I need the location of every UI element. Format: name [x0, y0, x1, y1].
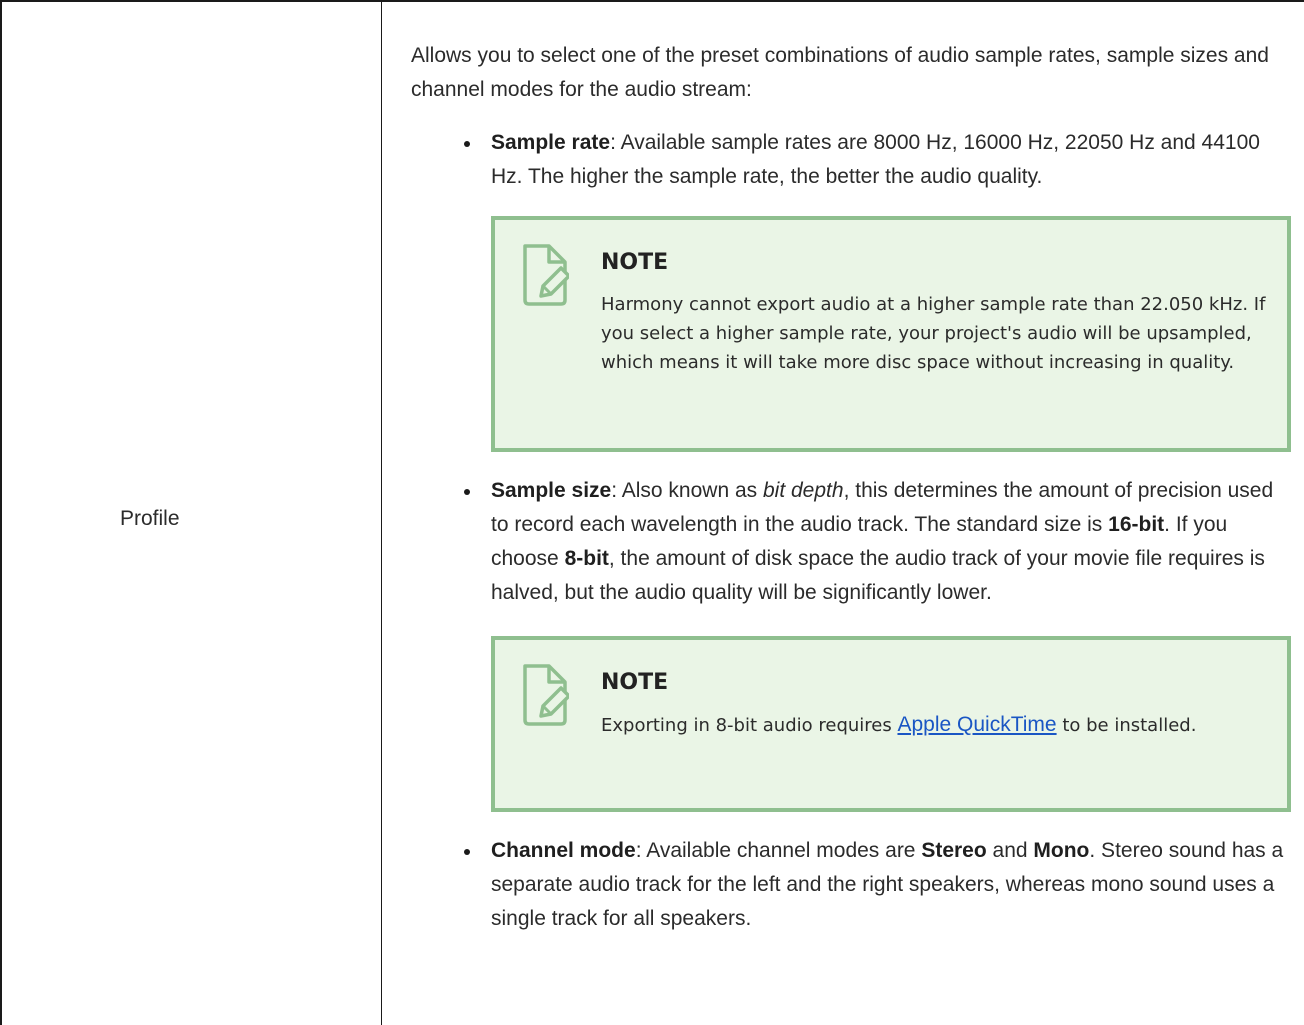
- note-text-part: to be installed.: [1056, 715, 1197, 736]
- bold-16-bit: 16-bit: [1108, 513, 1165, 536]
- bullet-dot-icon: [464, 141, 470, 147]
- term-channel-mode: Channel mode: [491, 839, 636, 862]
- term-sample-size: Sample size: [491, 479, 612, 502]
- row-label-cell: Profile: [2, 0, 381, 1025]
- bullet-dot-icon: [464, 489, 470, 495]
- option-list: Sample rate: Available sample rates are …: [411, 126, 1291, 194]
- channel-mode-text: : Available channel modes are: [635, 839, 922, 862]
- row-label: Profile: [120, 507, 180, 530]
- channel-mode-text: and: [986, 839, 1034, 862]
- document-pencil-icon: [523, 664, 569, 726]
- note-box-sample-size: NOTE Exporting in 8-bit audio requires A…: [491, 636, 1291, 812]
- apple-quicktime-link[interactable]: Apple QuickTime: [897, 713, 1056, 736]
- list-item-channel-mode: Channel mode: Available channel modes ar…: [411, 834, 1291, 936]
- document-pencil-icon: [523, 244, 569, 306]
- bold-8-bit: 8-bit: [564, 547, 609, 570]
- column-divider: [381, 0, 382, 1025]
- sample-size-text: : Also known as: [611, 479, 763, 502]
- list-item-sample-rate: Sample rate: Available sample rates are …: [411, 126, 1291, 194]
- note-text: Harmony cannot export audio at a higher …: [601, 294, 1266, 373]
- note-box-sample-rate: NOTE Harmony cannot export audio at a hi…: [491, 216, 1291, 452]
- list-item-sample-size: Sample size: Also known as bit depth, th…: [411, 474, 1291, 610]
- option-list-continued: Sample size: Also known as bit depth, th…: [411, 474, 1291, 610]
- bold-mono: Mono: [1033, 839, 1090, 862]
- term-sample-rate: Sample rate: [491, 131, 611, 154]
- bold-stereo: Stereo: [921, 839, 987, 862]
- note-text: Exporting in 8-bit audio requires Apple …: [601, 710, 1267, 740]
- description-cell: Allows you to select one of the preset c…: [411, 39, 1291, 936]
- option-list-final: Channel mode: Available channel modes ar…: [411, 834, 1291, 936]
- intro-paragraph: Allows you to select one of the preset c…: [411, 44, 1269, 101]
- note-title: NOTE: [601, 250, 669, 275]
- note-title: NOTE: [601, 670, 669, 695]
- bit-depth-italic: bit depth: [762, 479, 844, 502]
- bullet-dot-icon: [464, 849, 470, 855]
- note-text-part: Exporting in 8-bit audio requires: [601, 715, 898, 736]
